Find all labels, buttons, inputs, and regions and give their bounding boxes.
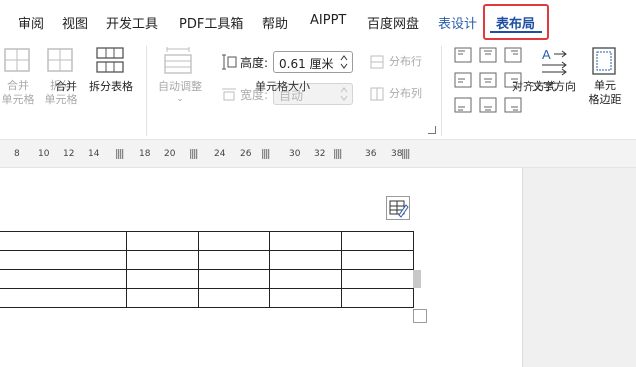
ruler-number: 20 (164, 149, 176, 159)
table-cell[interactable] (197, 250, 270, 270)
tab-table-design[interactable]: 表设计 (438, 13, 477, 32)
menu-tab-bar: 审阅 视图 开发工具 PDF工具箱 帮助 AIPPT 百度网盘 表设计 表布局 (0, 0, 636, 42)
distribute-rows-icon (370, 55, 384, 69)
ruler-number: 32 (314, 149, 326, 159)
cell-margins-button[interactable]: 单元 格边距 (582, 79, 628, 107)
ruler-number: 38 (391, 149, 403, 159)
row-height-icon (222, 54, 237, 70)
ribbon-separator (441, 46, 442, 136)
table-cell[interactable] (268, 288, 342, 308)
distribute-columns-button[interactable]: 分布列 (389, 87, 422, 101)
table-cell[interactable] (268, 250, 342, 270)
ruler-number: 14 (88, 149, 100, 159)
ruler-number: 12 (63, 149, 75, 159)
align-bottom-left-icon[interactable] (454, 97, 472, 113)
cell-size-group-label: 单元格大小 (255, 80, 310, 93)
tab-help[interactable]: 帮助 (262, 13, 288, 32)
tab-aippt[interactable]: AIPPT (310, 13, 346, 28)
align-top-right-icon[interactable] (504, 47, 522, 63)
merge-group-label: 合并 (55, 80, 77, 93)
table-cell[interactable] (197, 288, 270, 308)
tab-review[interactable]: 审阅 (18, 13, 44, 32)
table-row[interactable] (0, 288, 414, 308)
distribute-columns-icon (370, 87, 384, 101)
align-top-center-icon[interactable] (479, 47, 497, 63)
row-end-marker (413, 270, 421, 288)
align-bottom-center-icon[interactable] (479, 97, 497, 113)
distribute-rows-button[interactable]: 分布行 (389, 55, 422, 69)
text-direction-icon: A (542, 47, 567, 76)
ruler-number: 24 (214, 149, 226, 159)
table-cell[interactable] (125, 288, 199, 308)
align-bottom-right-icon[interactable] (504, 97, 522, 113)
table-cell[interactable] (340, 231, 414, 251)
ruler-column-marker[interactable] (190, 149, 198, 159)
document-table[interactable] (0, 231, 414, 308)
table-quick-layout-button[interactable] (386, 196, 410, 220)
height-label: 高度: (240, 56, 269, 70)
table-row[interactable] (0, 231, 414, 251)
split-table-button[interactable]: 拆分表格 (84, 80, 138, 94)
table-cell[interactable] (125, 231, 199, 251)
ruler-number: 10 (38, 149, 50, 159)
align-middle-center-icon[interactable] (479, 72, 497, 88)
ruler-number: 30 (289, 149, 301, 159)
table-cell[interactable] (0, 231, 127, 251)
height-stepper[interactable]: 0.61 厘米 (273, 51, 353, 73)
tab-developer[interactable]: 开发工具 (106, 13, 158, 32)
ruler-number: 18 (139, 149, 151, 159)
table-cell[interactable] (197, 269, 270, 289)
merge-cells-button[interactable]: 合并 单元格 (0, 79, 36, 107)
active-tab-underline (490, 31, 542, 33)
tab-pdf-toolbox[interactable]: PDF工具箱 (179, 13, 243, 32)
align-middle-left-icon[interactable] (454, 72, 472, 88)
ruler-column-marker[interactable] (402, 149, 410, 159)
tab-table-layout[interactable]: 表布局 (496, 13, 535, 32)
ruler-column-marker[interactable] (116, 149, 124, 159)
table-resize-handle[interactable] (413, 309, 427, 323)
stepper-arrows-icon[interactable] (339, 53, 349, 71)
split-table-icon (96, 47, 124, 73)
cell-margins-icon (592, 47, 616, 75)
document-margin-area (522, 168, 636, 367)
ribbon-separator (146, 46, 147, 136)
table-cell[interactable] (125, 269, 199, 289)
table-edit-icon (389, 200, 409, 218)
ruler-number: 8 (14, 149, 20, 159)
tab-baidu-netdisk[interactable]: 百度网盘 (367, 13, 419, 32)
autofit-icon (164, 47, 192, 74)
table-cell[interactable] (0, 288, 127, 308)
merge-cells-icon (4, 48, 30, 72)
autofit-dropdown-icon[interactable]: ⌄ (175, 92, 185, 106)
stepper-arrows-disabled-icon[interactable] (339, 85, 349, 103)
align-top-left-icon[interactable] (454, 47, 472, 63)
table-cell[interactable] (125, 250, 199, 270)
table-cell[interactable] (340, 269, 414, 289)
height-value: 0.61 厘米 (279, 57, 334, 71)
table-cell[interactable] (0, 250, 127, 270)
column-width-icon (222, 88, 236, 101)
tab-view[interactable]: 视图 (62, 13, 88, 32)
table-cell[interactable] (340, 250, 414, 270)
table-row[interactable] (0, 250, 414, 270)
alignment-group-label: 对齐方式 (512, 80, 556, 93)
dialog-launcher-icon[interactable] (428, 126, 436, 134)
table-row[interactable] (0, 269, 414, 289)
table-cell[interactable] (197, 231, 270, 251)
ruler-column-marker[interactable] (262, 149, 270, 159)
svg-text:A: A (542, 47, 551, 62)
split-cells-icon (47, 48, 73, 72)
table-cell[interactable] (268, 231, 342, 251)
ruler-number: 26 (240, 149, 252, 159)
table-cell[interactable] (340, 288, 414, 308)
ruler-number: 36 (365, 149, 377, 159)
table-cell[interactable] (268, 269, 342, 289)
horizontal-ruler[interactable]: 8 10 12 14 18 20 24 26 30 32 36 38 (0, 140, 636, 168)
ruler-column-marker[interactable] (334, 149, 342, 159)
table-cell[interactable] (0, 269, 127, 289)
